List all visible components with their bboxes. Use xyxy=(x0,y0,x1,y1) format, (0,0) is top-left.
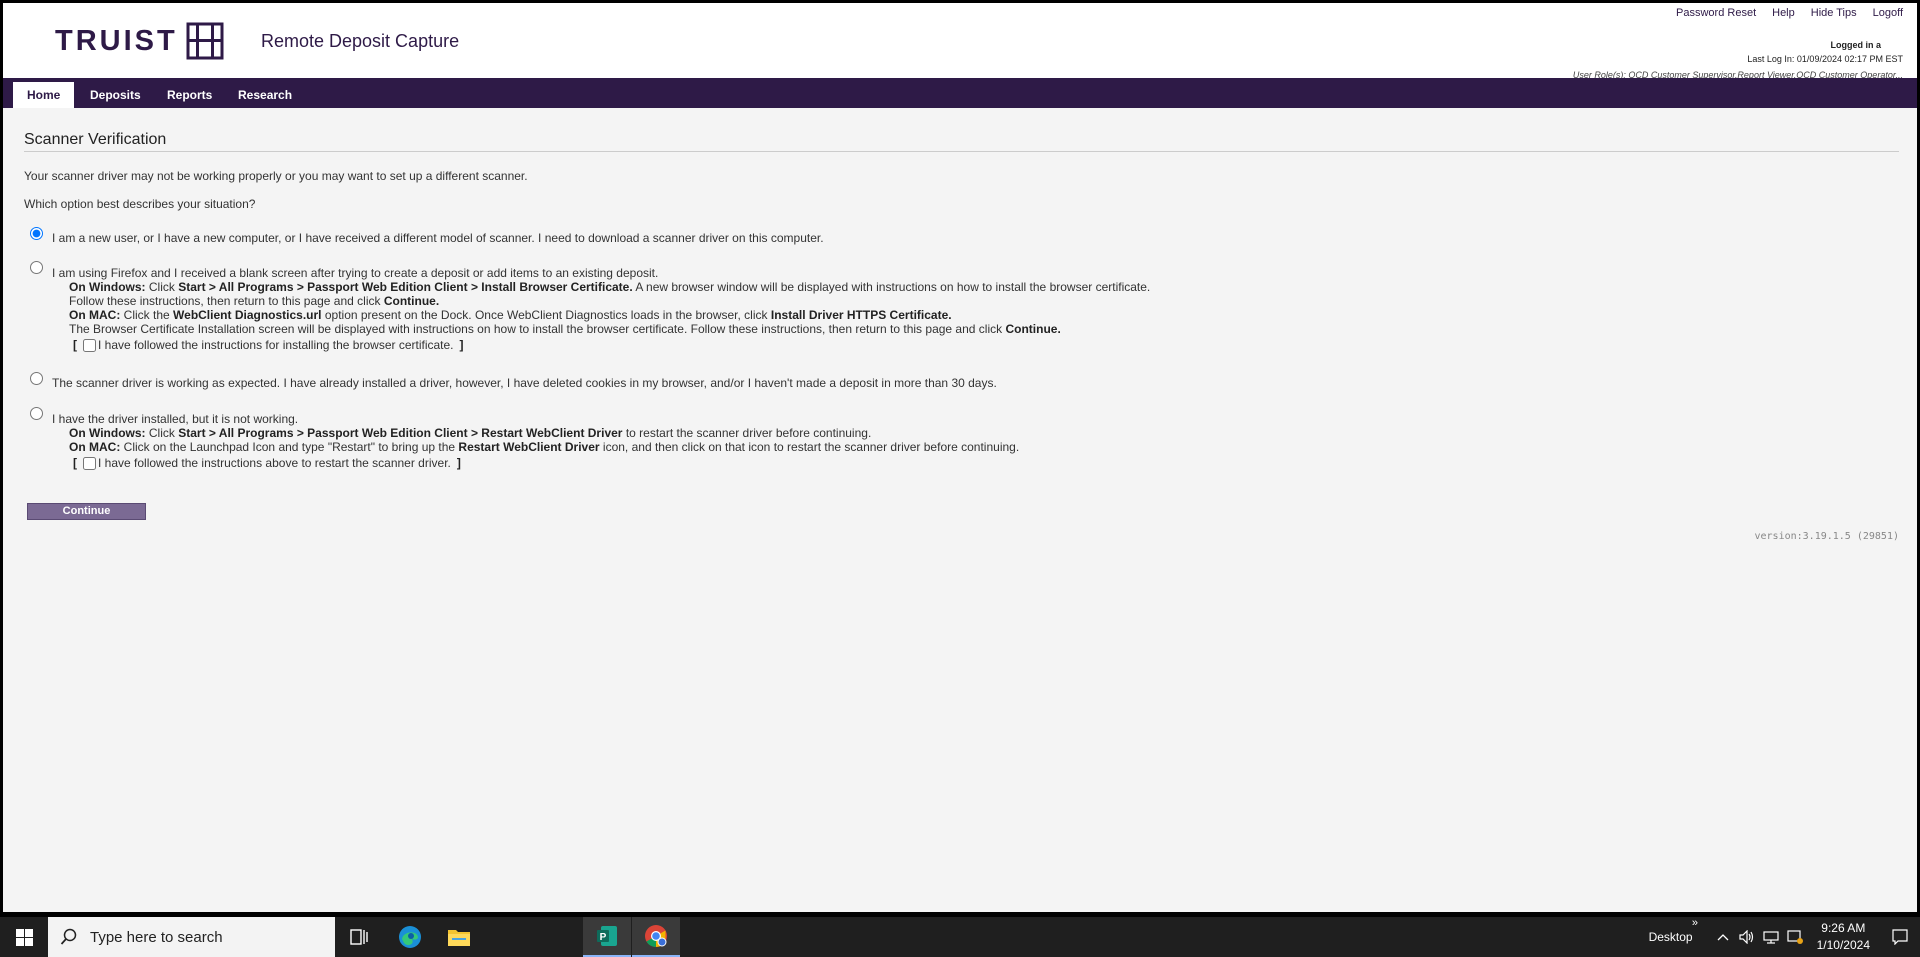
task-view-icon xyxy=(350,929,368,945)
notification-icon xyxy=(1892,929,1908,945)
publisher-icon: P xyxy=(597,926,617,946)
volume-button[interactable] xyxy=(1735,917,1759,957)
notification-center-button[interactable] xyxy=(1880,917,1920,957)
clock-time: 9:26 AM xyxy=(1821,921,1866,935)
clock-date: 1/10/2024 xyxy=(1816,938,1870,952)
task-view-button[interactable] xyxy=(335,917,383,957)
speaker-icon xyxy=(1739,930,1753,944)
restart-driver-checkbox[interactable] xyxy=(83,456,96,470)
option-3-label: The scanner driver is working as expecte… xyxy=(52,376,997,390)
chevron-up-icon xyxy=(1717,934,1729,941)
top-links: Password Reset Help Hide Tips Logoff xyxy=(1676,7,1903,19)
option-1-radio[interactable] xyxy=(30,227,43,240)
tab-reports[interactable]: Reports xyxy=(153,82,226,108)
tab-research[interactable]: Research xyxy=(224,82,306,108)
app-title: Remote Deposit Capture xyxy=(261,31,460,51)
network-icon xyxy=(1763,931,1779,944)
search-icon xyxy=(60,928,77,945)
hide-tips-link[interactable]: Hide Tips xyxy=(1811,7,1857,19)
option-3-radio[interactable] xyxy=(30,372,43,385)
option-2-windows-line: On Windows: Click Start > All Programs >… xyxy=(69,280,1151,294)
last-login-label: Last Log In: 01/09/2024 02:17 PM EST xyxy=(1747,54,1903,64)
desktop-toolbar-label[interactable]: Desktop xyxy=(1649,930,1693,944)
show-hidden-icons-button[interactable] xyxy=(1711,917,1735,957)
file-explorer-button[interactable] xyxy=(435,917,483,957)
search-input[interactable] xyxy=(88,927,318,947)
system-tray: Desktop » 9:26 AM 1/10/2024 xyxy=(1649,917,1920,957)
taskbar-search[interactable] xyxy=(48,917,335,957)
option-4-windows-line: On Windows: Click Start > All Programs >… xyxy=(69,426,872,440)
help-link[interactable]: Help xyxy=(1772,7,1795,19)
edge-icon xyxy=(399,926,421,948)
tab-deposits[interactable]: Deposits xyxy=(76,82,155,108)
tab-home[interactable]: Home xyxy=(13,82,75,108)
truist-logo[interactable]: TRUIST xyxy=(55,22,224,60)
browser-certificate-checkbox-label: I have followed the instructions for ins… xyxy=(98,338,454,352)
folder-icon xyxy=(448,930,470,946)
browser-certificate-checkbox[interactable] xyxy=(83,338,96,352)
windows-logo-icon xyxy=(15,928,33,946)
option-2-mac-line-2: The Browser Certificate Installation scr… xyxy=(69,322,1061,336)
password-reset-link[interactable]: Password Reset xyxy=(1676,7,1756,19)
option-2-radio[interactable] xyxy=(30,261,43,274)
option-4-mac-line: On MAC: Click on the Launchpad Icon and … xyxy=(69,440,1020,454)
logged-in-label: Logged in a xyxy=(1830,40,1882,50)
version-label: version:3.19.1.5 (29851) xyxy=(1754,531,1900,542)
option-2-checkbox-row: [ I have followed the instructions for i… xyxy=(73,338,464,352)
logoff-link[interactable]: Logoff xyxy=(1873,7,1903,19)
option-2-windows-line-2: Follow these instructions, then return t… xyxy=(69,294,440,308)
edge-taskbar-button[interactable] xyxy=(386,917,434,957)
option-1-label: I am a new user, or I have a new compute… xyxy=(52,231,824,245)
browser-viewport: TRUIST Remote Deposit Capture Password R… xyxy=(3,3,1917,912)
option-4-radio[interactable] xyxy=(30,407,43,420)
main-nav: Home Deposits Reports Research xyxy=(3,78,1917,108)
truist-mark-icon xyxy=(186,22,224,60)
page-title: Scanner Verification xyxy=(24,131,1899,152)
start-button[interactable] xyxy=(0,917,48,957)
security-button[interactable] xyxy=(1783,917,1807,957)
logo-text: TRUIST xyxy=(55,24,178,57)
option-2-mac-line: On MAC: Click the WebClient Diagnostics.… xyxy=(69,308,952,322)
question-text: Which option best describes your situati… xyxy=(24,197,256,211)
restart-driver-checkbox-label: I have followed the instructions above t… xyxy=(98,456,451,470)
toolbar-chevron[interactable]: » xyxy=(1692,917,1698,929)
intro-text: Your scanner driver may not be working p… xyxy=(24,169,528,183)
windows-taskbar: P Desktop » xyxy=(0,917,1920,957)
network-button[interactable] xyxy=(1759,917,1783,957)
chrome-taskbar-button[interactable] xyxy=(632,917,680,957)
main-content: Scanner Verification Your scanner driver… xyxy=(24,123,1899,542)
chrome-icon xyxy=(645,925,667,947)
svg-text:P: P xyxy=(600,932,607,943)
alert-shield-icon xyxy=(1787,930,1803,944)
option-2-label: I am using Firefox and I received a blan… xyxy=(52,266,659,280)
continue-button[interactable]: Continue xyxy=(27,503,146,520)
app-header: TRUIST Remote Deposit Capture Password R… xyxy=(3,3,1917,80)
option-4-label: I have the driver installed, but it is n… xyxy=(52,412,299,426)
publisher-taskbar-button[interactable]: P xyxy=(583,917,631,957)
option-4-checkbox-row: [ I have followed the instructions above… xyxy=(73,456,461,470)
login-info: Logged in a Last Log In: 01/09/2024 02:1… xyxy=(1747,38,1903,66)
clock[interactable]: 9:26 AM 1/10/2024 xyxy=(1817,920,1870,954)
